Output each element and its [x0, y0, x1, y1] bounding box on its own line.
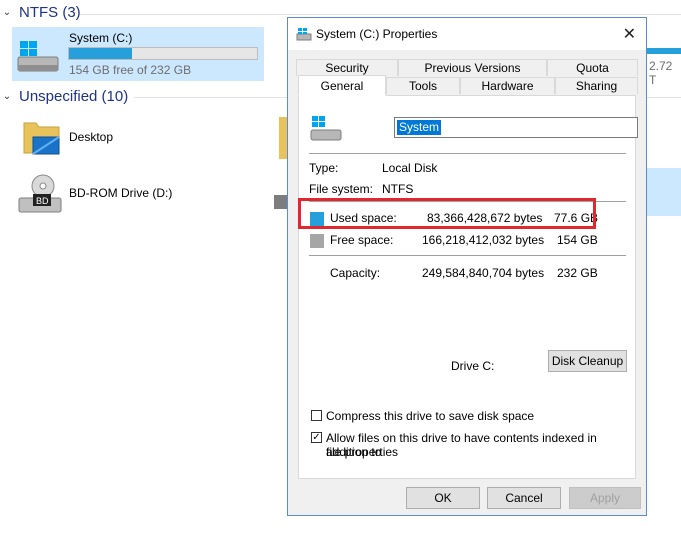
capacity-label: Capacity:: [330, 266, 381, 280]
general-panel: System Type: Local Disk File system: NTF…: [298, 95, 638, 479]
dialog-title: System (C:) Properties: [316, 27, 438, 41]
free-space-swatch: [310, 234, 324, 248]
tab-quota[interactable]: Quota: [547, 59, 638, 76]
group-header-ntfs[interactable]: ⌄ NTFS (3): [0, 4, 81, 21]
desktop-folder-icon: [23, 122, 60, 155]
drive-caption: Drive C:: [451, 359, 495, 373]
desktop-label[interactable]: Desktop: [69, 130, 113, 144]
free-space-label: Free space:: [330, 233, 394, 247]
drive-icon: [274, 195, 287, 209]
chevron-down-icon: ⌄: [2, 7, 12, 18]
chevron-down-icon: ⌄: [2, 91, 12, 102]
title-bar[interactable]: System (C:) Properties ✕: [288, 18, 646, 50]
tab-tools[interactable]: Tools: [386, 77, 460, 94]
bd-rom-drive-icon: BD: [18, 174, 62, 213]
properties-dialog: System (C:) Properties ✕ Security Previo…: [287, 17, 647, 516]
tab-previous-versions[interactable]: Previous Versions: [398, 59, 547, 76]
group-divider: [80, 14, 681, 15]
divider: [309, 255, 626, 256]
capacity-gb: 232 GB: [557, 266, 598, 280]
hard-drive-icon: [17, 41, 59, 72]
group-header-unspecified[interactable]: ⌄ Unspecified (10): [0, 88, 128, 105]
used-space-highlight: [298, 198, 596, 229]
compress-label: Compress this drive to save disk space: [326, 409, 535, 423]
drive-c-name: System (C:): [69, 31, 133, 45]
partial-usage-bar: [647, 48, 681, 54]
bd-rom-label[interactable]: BD-ROM Drive (D:): [69, 186, 172, 200]
partial-free-text: 2.72 T: [649, 59, 673, 87]
index-checkbox[interactable]: ✓: [311, 432, 322, 443]
apply-button[interactable]: Apply: [569, 487, 641, 509]
type-value: Local Disk: [382, 161, 438, 175]
tab-security[interactable]: Security: [296, 59, 398, 76]
divider: [309, 153, 626, 154]
tab-general[interactable]: General: [298, 75, 386, 96]
file-system-value: NTFS: [382, 182, 414, 196]
index-label-line2: file properties: [326, 445, 399, 459]
file-system-label: File system:: [309, 182, 374, 196]
group-header-unspecified-label: Unspecified (10): [19, 88, 129, 105]
svg-text:BD: BD: [36, 196, 49, 206]
group-header-ntfs-label: NTFS (3): [19, 4, 81, 21]
tab-sharing[interactable]: Sharing: [555, 77, 638, 94]
free-space-bytes: 166,218,412,032 bytes: [422, 233, 545, 247]
free-space-gb: 154 GB: [557, 233, 598, 247]
capacity-bytes: 249,584,840,704 bytes: [422, 266, 545, 280]
drive-large-icon: [310, 116, 342, 141]
drive-name-input[interactable]: System: [394, 117, 638, 138]
tab-hardware[interactable]: Hardware: [460, 77, 555, 94]
drive-name-value: System: [397, 120, 442, 135]
disk-cleanup-button[interactable]: Disk Cleanup: [548, 350, 627, 372]
compress-checkbox[interactable]: [311, 410, 322, 421]
drive-c-usage-fill: [69, 48, 132, 59]
drive-title-icon: [296, 28, 312, 41]
close-icon[interactable]: ✕: [623, 24, 636, 44]
drive-c-free-text: 154 GB free of 232 GB: [69, 63, 192, 77]
type-label: Type:: [309, 161, 339, 175]
partial-selection: [647, 168, 681, 216]
ok-button[interactable]: OK: [406, 487, 480, 509]
cancel-button[interactable]: Cancel: [487, 487, 561, 509]
drive-c-usage-bar: [68, 47, 258, 60]
